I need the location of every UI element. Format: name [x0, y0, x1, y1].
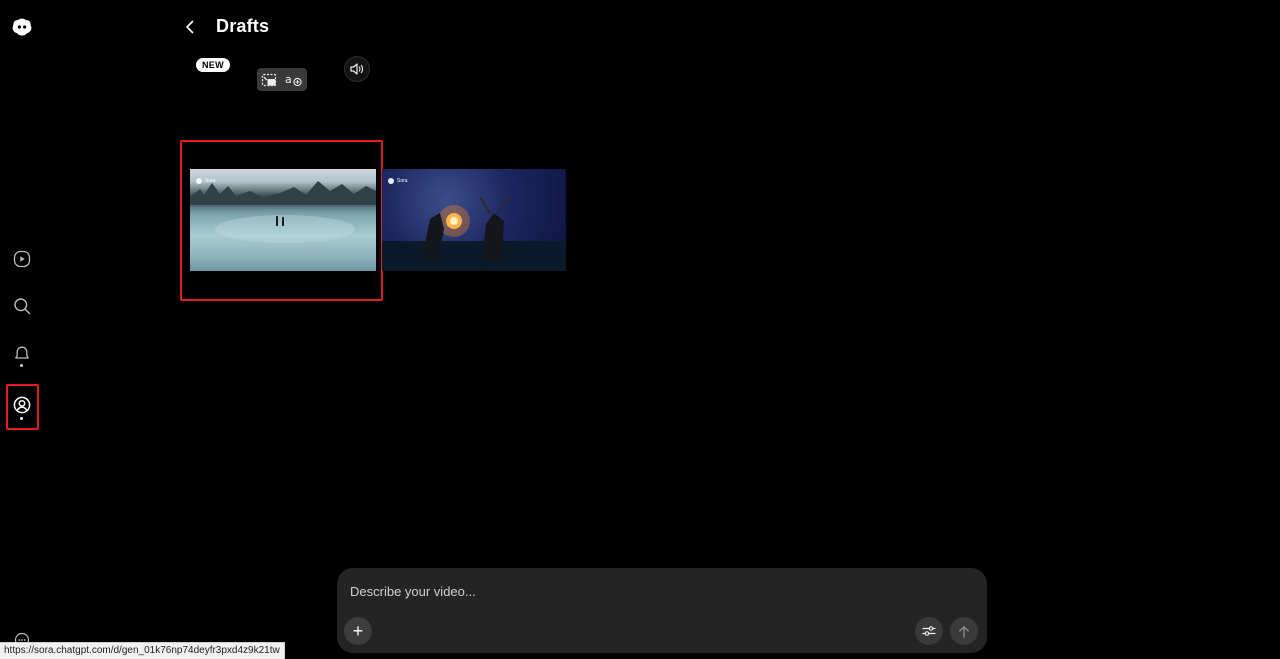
translate-icon[interactable]: a — [285, 73, 303, 87]
sora-watermark: Sora — [196, 178, 216, 184]
media-tools: a — [257, 68, 307, 91]
prompt-input[interactable] — [350, 584, 890, 599]
send-button[interactable] — [950, 617, 978, 645]
more-icon[interactable] — [11, 629, 33, 643]
draft-video-thumbnail[interactable]: Sora — [190, 169, 376, 271]
profile-icon[interactable] — [11, 394, 33, 416]
sound-button[interactable] — [344, 56, 370, 82]
active-dot — [20, 417, 23, 420]
sliders-icon — [922, 626, 936, 636]
back-button[interactable] — [185, 17, 201, 37]
svg-text:a: a — [285, 73, 292, 86]
draft-video-thumbnail[interactable]: Sora — [382, 169, 566, 271]
new-badge: NEW — [196, 58, 230, 72]
plus-icon: + — [352, 620, 364, 641]
play-circle-icon[interactable] — [11, 248, 33, 270]
chevron-left-icon — [186, 20, 194, 34]
crop-icon[interactable] — [261, 73, 277, 87]
sora-logo[interactable] — [12, 17, 32, 37]
add-media-button[interactable]: + — [344, 617, 372, 645]
status-bar-url: https://sora.chatgpt.com/d/gen_01k76np74… — [0, 642, 285, 659]
notification-dot — [20, 364, 23, 367]
sound-icon — [350, 63, 364, 75]
sora-logo-icon — [196, 178, 202, 184]
sora-watermark: Sora — [388, 178, 408, 184]
prompt-composer: + — [337, 568, 987, 653]
frozen-lake-scene — [190, 181, 376, 243]
bell-icon[interactable] — [11, 343, 33, 365]
settings-button[interactable] — [915, 617, 943, 645]
search-icon[interactable] — [11, 295, 33, 317]
night-warriors-scene — [382, 194, 566, 271]
arrow-up-icon — [959, 625, 969, 638]
sora-logo-icon — [388, 178, 394, 184]
page-title: Drafts — [216, 16, 270, 36]
